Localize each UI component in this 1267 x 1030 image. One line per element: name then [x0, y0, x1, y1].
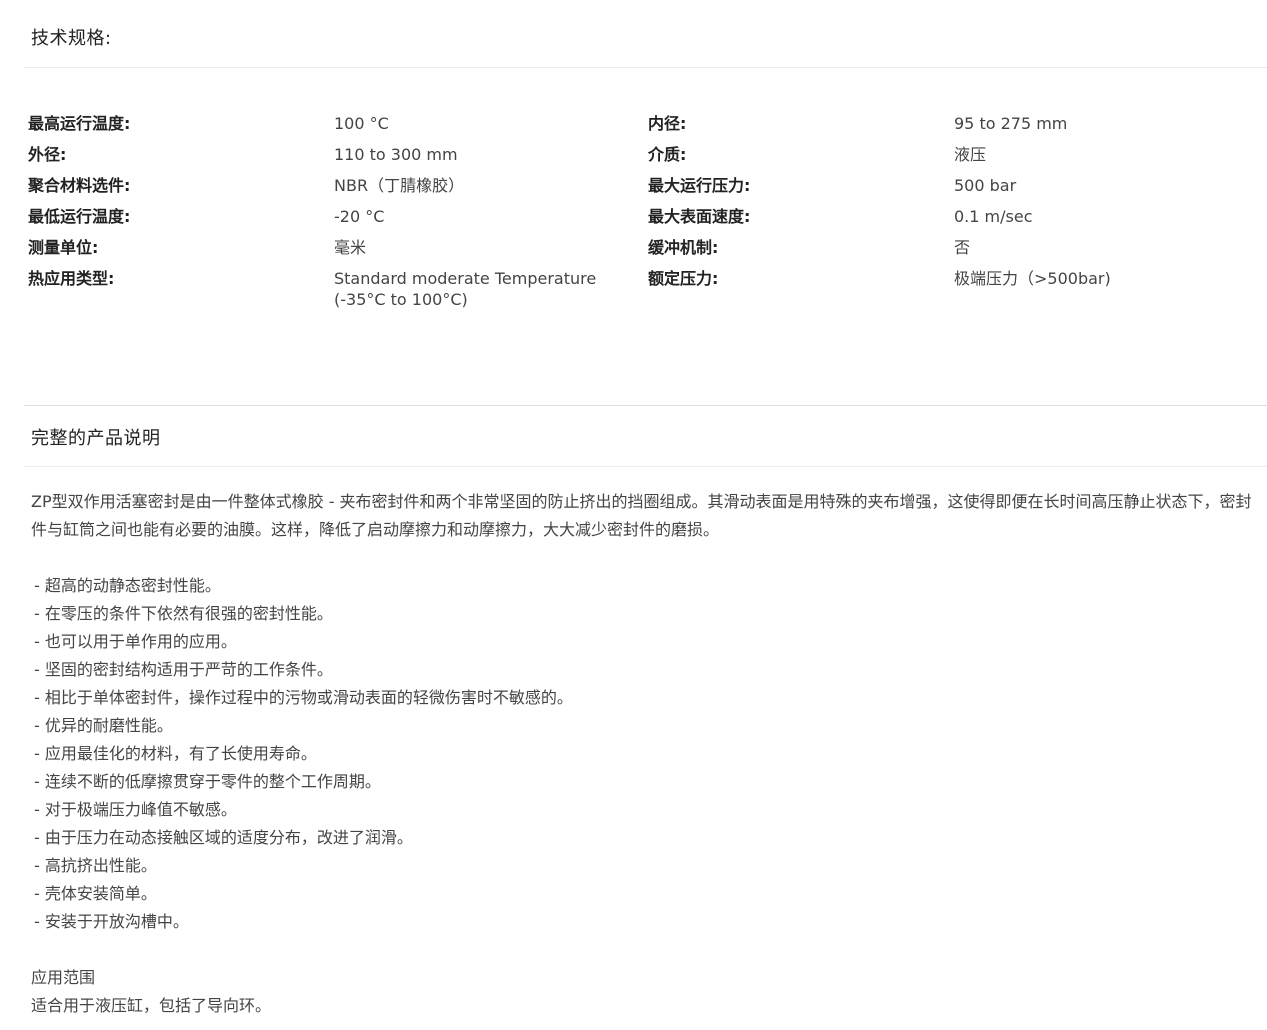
spec-label: 聚合材料选件:: [28, 176, 131, 195]
spec-row: 热应用类型: Standard moderate Temperature (-3…: [28, 265, 1258, 317]
spec-label: 外径:: [28, 145, 67, 164]
feature-item: - 相比于单体密封件，操作过程中的污物或滑动表面的轻微伤害时不敏感的。: [34, 688, 573, 707]
spec-label: 内径:: [648, 114, 687, 133]
feature-item: - 超高的动静态密封性能。: [34, 576, 221, 595]
spec-value: 0.1 m/sec: [954, 207, 1033, 226]
feature-item: - 连续不断的低摩擦贯穿于零件的整个工作周期。: [34, 772, 381, 791]
spec-label: 测量单位:: [28, 238, 99, 257]
feature-item: - 壳体安装简单。: [34, 884, 157, 903]
spec-label: 介质:: [648, 145, 687, 164]
section-divider: [24, 405, 1267, 406]
applications-title: 应用范围: [31, 968, 96, 987]
feature-item: - 安装于开放沟槽中。: [34, 912, 189, 931]
spec-value: 500 bar: [954, 176, 1017, 195]
spec-value: 95 to 275 mm: [954, 114, 1068, 133]
spec-label: 缓冲机制:: [648, 238, 719, 257]
feature-item: - 坚固的密封结构适用于严苛的工作条件。: [34, 660, 333, 679]
spec-section-title: 技术规格:: [31, 28, 112, 49]
spec-value: Standard moderate Temperature (-35°C to …: [334, 269, 597, 309]
spec-value: 毫米: [334, 238, 367, 257]
spec-label: 额定压力:: [648, 269, 719, 288]
spec-value: 110 to 300 mm: [334, 145, 458, 164]
spec-row: 外径: 110 to 300 mm 介质: 液压: [28, 141, 1258, 172]
feature-item: - 也可以用于单作用的应用。: [34, 632, 237, 651]
description-title-divider: [24, 466, 1267, 467]
feature-item: - 对于极端压力峰值不敏感。: [34, 800, 237, 819]
applications-text: 适合用于液压缸，包括了导向环。: [31, 996, 272, 1015]
spec-title-divider: [24, 67, 1267, 68]
feature-item: - 由于压力在动态接触区域的适度分布，改进了润滑。: [34, 828, 413, 847]
spec-value: 否: [954, 238, 971, 257]
feature-item: - 在零压的条件下依然有很强的密封性能。: [34, 604, 333, 623]
spec-row: 聚合材料选件: NBR（丁腈橡胶） 最大运行压力: 500 bar: [28, 172, 1258, 203]
spec-value: NBR（丁腈橡胶）: [334, 176, 465, 195]
spec-value: 液压: [954, 145, 987, 164]
feature-item: - 高抗挤出性能。: [34, 856, 157, 875]
product-description: ZP型双作用活塞密封是由一件整体式橡胶 - 夹布密封件和两个非常坚固的防止挤出的…: [31, 488, 1263, 1020]
spec-value: 极端压力（>500bar): [954, 269, 1111, 288]
description-section-title: 完整的产品说明: [31, 428, 161, 449]
spec-table: 最高运行温度: 100 °C 内径: 95 to 275 mm 外径: 110 …: [28, 110, 1258, 317]
spec-label: 最大表面速度:: [648, 207, 751, 226]
description-intro: ZP型双作用活塞密封是由一件整体式橡胶 - 夹布密封件和两个非常坚固的防止挤出的…: [31, 492, 1252, 539]
spec-row: 测量单位: 毫米 缓冲机制: 否: [28, 234, 1258, 265]
spec-value: -20 °C: [334, 207, 385, 226]
spec-label: 最低运行温度:: [28, 207, 131, 226]
spec-row: 最低运行温度: -20 °C 最大表面速度: 0.1 m/sec: [28, 203, 1258, 234]
spec-label: 最高运行温度:: [28, 114, 131, 133]
spec-value: 100 °C: [334, 114, 389, 133]
product-details-page: 技术规格: 最高运行温度: 100 °C 内径: 95 to 275 mm 外径…: [0, 0, 1267, 1030]
feature-item: - 应用最佳化的材料，有了长使用寿命。: [34, 744, 317, 763]
feature-item: - 优异的耐磨性能。: [34, 716, 173, 735]
spec-label: 热应用类型:: [28, 269, 115, 288]
spec-row: 最高运行温度: 100 °C 内径: 95 to 275 mm: [28, 110, 1258, 141]
spec-label: 最大运行压力:: [648, 176, 751, 195]
feature-list: - 超高的动静态密封性能。 - 在零压的条件下依然有很强的密封性能。 - 也可以…: [31, 572, 1263, 936]
